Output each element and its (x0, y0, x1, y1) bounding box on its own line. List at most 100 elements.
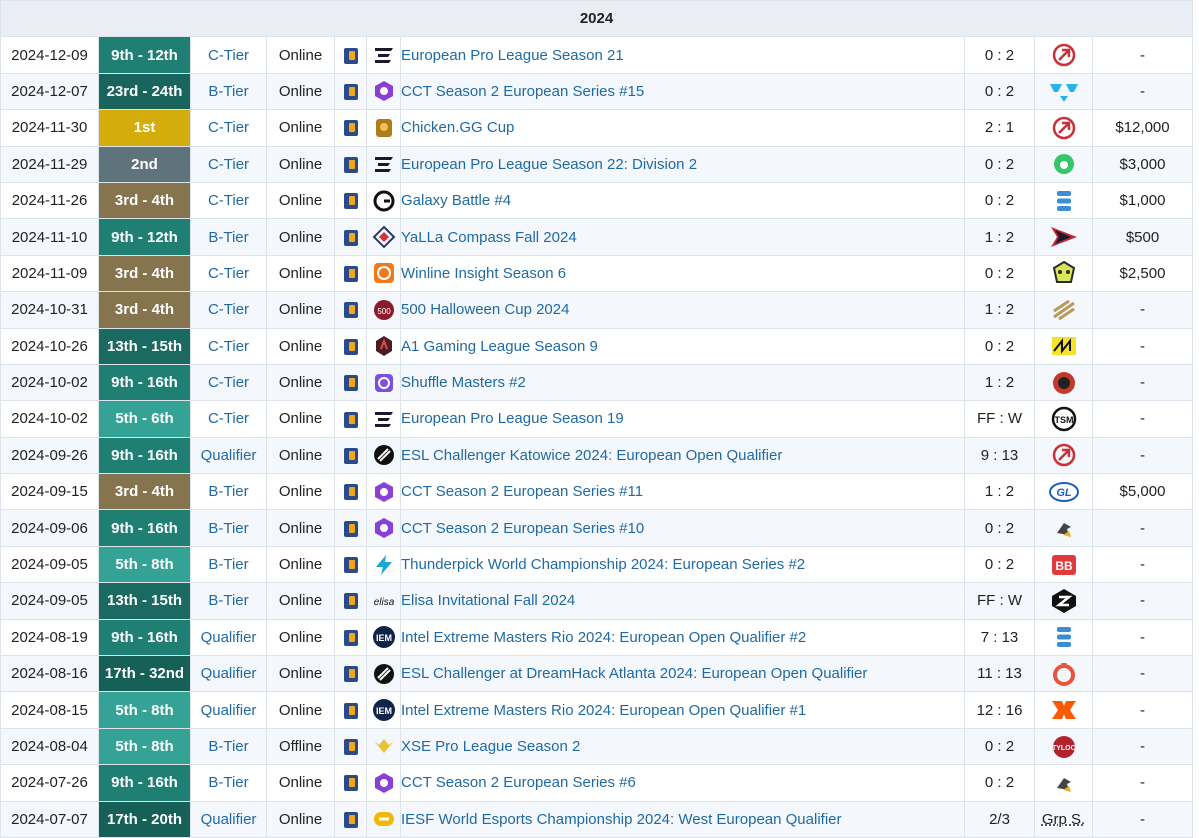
bb-team-icon[interactable]: BB (1049, 554, 1079, 575)
tournament-link[interactable]: ESL Challenger at DreamHack Atlanta 2024… (402, 665, 868, 682)
counter-strike-icon[interactable] (343, 666, 358, 683)
tournament-link[interactable]: Thunderpick World Championship 2024: Eur… (402, 556, 806, 573)
tier-link[interactable]: B-Tier (208, 738, 248, 755)
tier-link[interactable]: Qualifier (201, 811, 257, 828)
tier-link[interactable]: B-Tier (208, 774, 248, 791)
bird-team-icon[interactable] (1049, 519, 1079, 538)
cct-icon[interactable] (372, 481, 396, 502)
tier-link[interactable]: B-Tier (208, 556, 248, 573)
tournament-link[interactable]: IESF World Esports Championship 2024: We… (402, 811, 842, 828)
counter-strike-icon[interactable] (343, 83, 358, 100)
iem-icon[interactable]: IEM (372, 626, 396, 649)
counter-strike-icon[interactable] (343, 520, 358, 537)
counter-strike-icon[interactable] (343, 484, 358, 501)
tier-link[interactable]: C-Tier (208, 338, 249, 355)
counter-strike-icon[interactable] (343, 47, 358, 64)
epl-icon[interactable] (372, 155, 396, 173)
counter-strike-icon[interactable] (343, 302, 358, 319)
navi-team-icon[interactable] (1049, 337, 1079, 356)
tier-link[interactable]: C-Tier (208, 156, 249, 173)
tournament-link[interactable]: CCT Season 2 European Series #11 (402, 483, 644, 500)
chicken-gg-icon[interactable] (372, 118, 396, 137)
counter-strike-icon[interactable] (343, 629, 358, 646)
counter-strike-icon[interactable] (343, 811, 358, 828)
cct-icon[interactable] (372, 81, 396, 102)
tier-link[interactable]: C-Tier (208, 192, 249, 209)
counter-strike-icon[interactable] (343, 557, 358, 574)
tournament-link[interactable]: CCT Season 2 European Series #6 (402, 774, 636, 791)
eternal-team-icon[interactable] (1049, 299, 1079, 321)
counter-strike-icon[interactable] (343, 156, 358, 173)
esl-icon[interactable] (372, 445, 396, 466)
tournament-link[interactable]: CCT Season 2 European Series #10 (402, 520, 645, 537)
epl-icon[interactable] (372, 46, 396, 64)
tier-link[interactable]: C-Tier (208, 119, 249, 136)
tier-link[interactable]: C-Tier (208, 410, 249, 427)
esl-icon[interactable] (372, 663, 396, 684)
skull-team-icon[interactable] (1049, 261, 1079, 284)
epl-icon[interactable] (372, 410, 396, 427)
xse-icon[interactable] (372, 737, 396, 754)
arrow-team-icon[interactable] (1049, 227, 1079, 248)
500-icon[interactable]: 500 (372, 299, 396, 320)
tournament-link[interactable]: XSE Pro League Season 2 (402, 738, 581, 755)
bird-team-icon[interactable] (1049, 774, 1079, 792)
yalla-compass-icon[interactable] (372, 225, 396, 249)
ring-team-icon[interactable] (1049, 662, 1079, 686)
tier-link[interactable]: C-Tier (208, 374, 249, 391)
tournament-link[interactable]: European Pro League Season 19 (402, 410, 624, 427)
tier-link[interactable]: Qualifier (201, 702, 257, 719)
counter-strike-icon[interactable] (343, 120, 358, 137)
tournament-link[interactable]: 500 Halloween Cup 2024 (402, 301, 570, 318)
rocket-team-icon[interactable] (1049, 444, 1079, 467)
tier-link[interactable]: B-Tier (208, 483, 248, 500)
tier-link[interactable]: B-Tier (208, 83, 248, 100)
stacked-team-icon[interactable] (1049, 627, 1079, 648)
tyloo-team-icon[interactable]: TYLOO (1049, 735, 1079, 758)
counter-strike-icon[interactable] (343, 702, 358, 719)
sinners-team-icon[interactable] (1049, 588, 1079, 613)
counter-strike-icon[interactable] (343, 411, 358, 428)
wings-team-icon[interactable] (1049, 82, 1079, 103)
counter-strike-icon[interactable] (343, 338, 358, 355)
rocket-team-icon[interactable] (1049, 116, 1079, 140)
tournament-link[interactable]: Shuffle Masters #2 (402, 374, 526, 391)
counter-strike-icon[interactable] (343, 265, 358, 282)
tournament-link[interactable]: Intel Extreme Masters Rio 2024: European… (402, 629, 807, 646)
counter-strike-icon[interactable] (343, 739, 358, 756)
tournament-link[interactable]: Galaxy Battle #4 (402, 192, 512, 209)
thunderpick-icon[interactable] (372, 554, 396, 575)
tier-link[interactable]: Qualifier (201, 665, 257, 682)
shuffle-icon[interactable] (372, 373, 396, 392)
tournament-link[interactable]: YaLLa Compass Fall 2024 (402, 229, 577, 246)
tier-link[interactable]: C-Tier (208, 265, 249, 282)
tier-link[interactable]: B-Tier (208, 520, 248, 537)
tsm-team-icon[interactable]: TSM (1049, 406, 1079, 432)
gl-team-icon[interactable]: GL (1048, 481, 1079, 502)
rocket-team-icon[interactable] (1049, 43, 1079, 67)
counter-strike-icon[interactable] (343, 775, 358, 792)
counter-strike-icon[interactable] (343, 593, 358, 610)
a1-gaming-icon[interactable] (372, 336, 396, 357)
counter-strike-icon[interactable] (343, 193, 358, 210)
tournament-link[interactable]: European Pro League Season 22: Division … (402, 156, 698, 173)
galaxy-battle-icon[interactable] (372, 190, 396, 212)
tournament-link[interactable]: Winline Insight Season 6 (402, 265, 567, 282)
tier-link[interactable]: B-Tier (208, 592, 248, 609)
tournament-link[interactable]: Intel Extreme Masters Rio 2024: European… (402, 702, 807, 719)
bestia-team-icon[interactable] (1049, 154, 1079, 175)
iem-icon[interactable]: IEM (372, 699, 396, 722)
iesf-icon[interactable] (372, 810, 396, 827)
elisa-icon[interactable]: elisa (369, 592, 399, 609)
cct-icon[interactable] (372, 518, 396, 539)
counter-strike-icon[interactable] (343, 375, 358, 392)
tournament-link[interactable]: ESL Challenger Katowice 2024: European O… (402, 447, 783, 464)
tier-link[interactable]: B-Tier (208, 229, 248, 246)
counter-strike-icon[interactable] (343, 447, 358, 464)
tier-link[interactable]: C-Tier (208, 47, 249, 64)
cct-icon[interactable] (372, 772, 396, 793)
tournament-link[interactable]: Chicken.GG Cup (402, 119, 515, 136)
counter-strike-icon[interactable] (343, 229, 358, 246)
tournament-link[interactable]: European Pro League Season 21 (402, 47, 624, 64)
winline-icon[interactable] (372, 263, 396, 284)
